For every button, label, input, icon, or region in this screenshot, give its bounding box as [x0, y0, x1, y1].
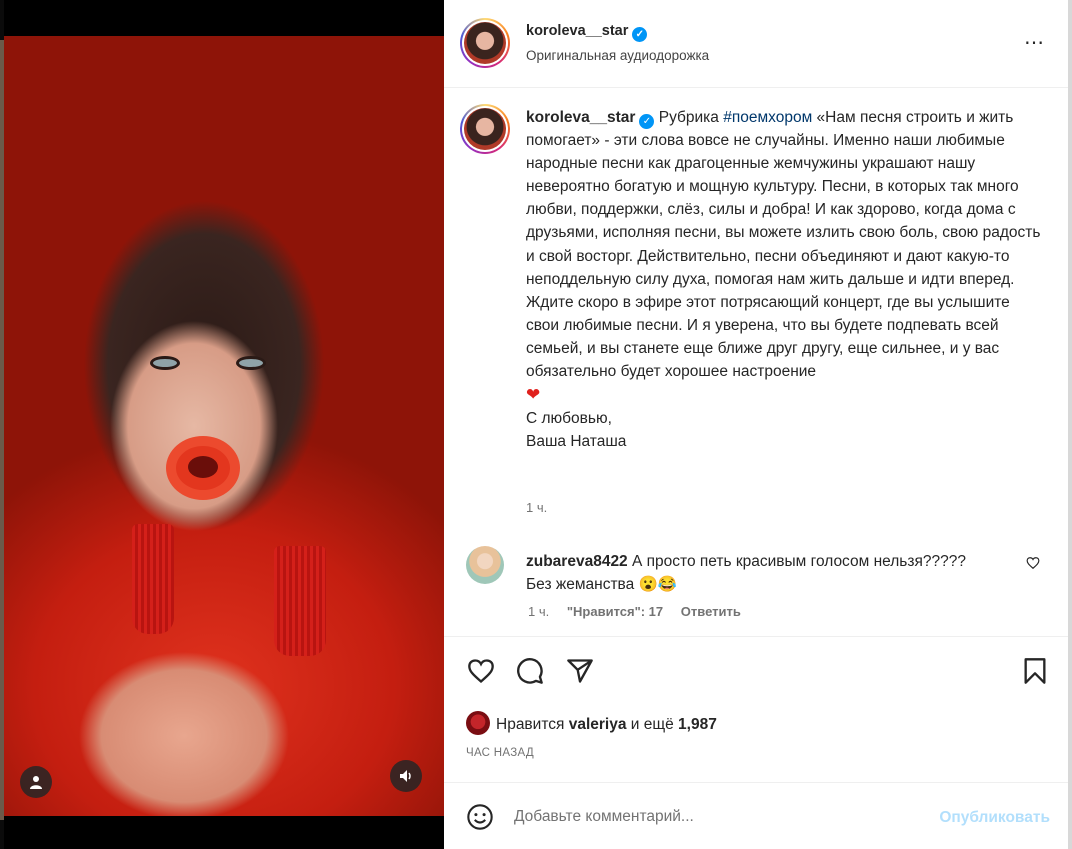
comment-body: А просто петь красивым голосом нельзя???…	[632, 553, 966, 570]
save-button[interactable]	[1022, 657, 1048, 690]
caption-text: koroleva__star ✓ Рубрика #поемхором «Нам …	[526, 106, 1046, 453]
scrollbar[interactable]	[1068, 0, 1072, 849]
post-comment-button[interactable]: Опубликовать	[939, 809, 1050, 827]
commenter-username[interactable]: zubareva8422	[526, 553, 628, 570]
author-avatar[interactable]	[460, 18, 510, 68]
comment-likes-count[interactable]: "Нравится": 17	[567, 604, 663, 619]
post-actions: Нравится valeriya и ещё 1,987 ЧАС НАЗАД	[444, 636, 1068, 804]
comment-icon	[517, 658, 543, 684]
heart-icon	[468, 659, 494, 684]
reply-button[interactable]: Ответить	[681, 604, 741, 619]
caption-signoff-2: Ваша Наташа	[526, 433, 627, 451]
media-panel	[4, 0, 444, 849]
caption-paragraph-2: Ждите скоро в эфире этот потрясающий кон…	[526, 293, 1010, 381]
caption-username[interactable]: koroleva__star	[526, 109, 635, 126]
emoji-button[interactable]	[466, 803, 494, 836]
video-figure	[132, 524, 174, 634]
caption-signoff-1: С любовью,	[526, 410, 612, 428]
comment-text: zubareva8422 А просто петь красивым голо…	[526, 550, 1026, 596]
likes-summary[interactable]: Нравится valeriya и ещё 1,987	[466, 711, 717, 735]
post-video[interactable]	[4, 36, 444, 816]
post-details-panel: koroleva__star ✓ Оригинальная аудиодорожк…	[444, 0, 1068, 849]
caption-author-avatar[interactable]	[460, 104, 510, 154]
video-figure	[274, 546, 326, 656]
add-comment-bar: Опубликовать	[444, 782, 1068, 849]
author-username[interactable]: koroleva__star ✓	[526, 23, 648, 42]
share-icon	[567, 659, 593, 683]
verified-badge-icon: ✓	[639, 114, 655, 129]
verified-badge-icon: ✓	[632, 27, 648, 42]
comment-meta: 1 ч. "Нравится": 17 Ответить	[528, 604, 755, 619]
video-figure	[236, 356, 266, 370]
post-header: koroleva__star ✓ Оригинальная аудиодорожк…	[444, 0, 1068, 88]
emoji-icon	[467, 804, 493, 830]
post-time-ago[interactable]: ЧАС НАЗАД	[466, 747, 534, 759]
commenter-avatar[interactable]	[466, 546, 504, 584]
comment-body-2: Без жеманства 😮😂	[526, 576, 678, 593]
likes-count[interactable]: 1,987	[678, 716, 717, 733]
caption-body-cont: «Нам песня строить и жить помогает» - эт…	[526, 109, 1041, 288]
video-figure	[150, 356, 180, 370]
video-figure	[166, 436, 240, 500]
more-options-icon[interactable]: ⋯	[1024, 30, 1046, 55]
comment-timestamp[interactable]: 1 ч.	[528, 604, 549, 619]
hashtag-link[interactable]: #поемхором	[723, 109, 812, 126]
person-icon	[30, 776, 42, 789]
red-heart-emoji: ❤	[526, 385, 541, 405]
comment-like-button[interactable]	[1026, 556, 1040, 575]
like-button[interactable]	[466, 657, 496, 690]
comment-button[interactable]	[516, 657, 544, 690]
liker-username[interactable]: valeriya	[569, 716, 627, 733]
bookmark-icon	[1024, 658, 1046, 684]
audio-track-link[interactable]: Оригинальная аудиодорожка	[526, 48, 709, 63]
liker-avatar[interactable]	[466, 711, 490, 735]
comment-input[interactable]	[514, 805, 914, 829]
speaker-icon	[400, 770, 411, 782]
tagged-users-button[interactable]	[20, 766, 52, 798]
share-button[interactable]	[566, 657, 594, 690]
heart-outline-icon	[1026, 557, 1040, 570]
caption-timestamp[interactable]: 1 ч.	[526, 500, 547, 515]
sound-toggle-button[interactable]	[390, 760, 422, 792]
caption-body: Рубрика	[658, 109, 724, 126]
